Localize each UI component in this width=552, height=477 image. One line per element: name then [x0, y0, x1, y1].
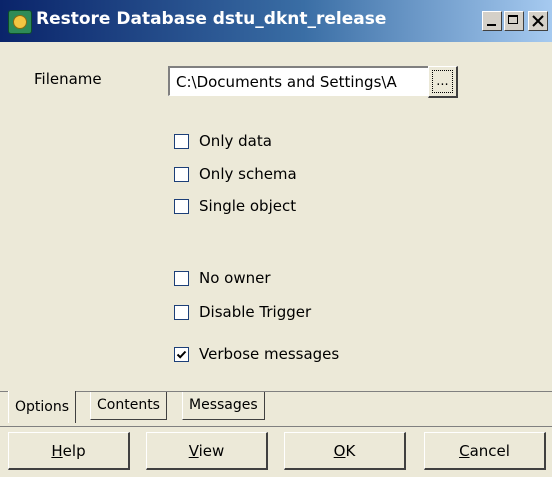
title-bar[interactable]: Restore Database dstu_dknt_release — [0, 0, 552, 42]
close-button[interactable] — [528, 11, 548, 31]
maximize-button[interactable] — [504, 11, 524, 31]
close-icon — [532, 15, 544, 27]
tab-messages[interactable]: Messages — [182, 392, 265, 420]
checkbox-label: Disable Trigger — [199, 303, 312, 321]
button-separator — [0, 426, 552, 427]
checkbox-box[interactable] — [174, 346, 189, 362]
tab-strip-border — [0, 391, 552, 392]
disable-trigger-checkbox[interactable]: Disable Trigger — [174, 302, 311, 322]
tab-contents[interactable]: Contents — [90, 392, 167, 420]
checkbox-box[interactable] — [174, 166, 189, 182]
checkbox-label: Only schema — [199, 165, 297, 183]
only-schema-checkbox[interactable]: Only schema — [174, 164, 297, 184]
cancel-mnemonic: C — [459, 442, 470, 460]
minimize-button[interactable] — [482, 11, 502, 31]
help-button[interactable]: Help — [8, 432, 130, 470]
checkbox-box[interactable] — [174, 304, 189, 320]
browse-button[interactable]: ... — [428, 66, 458, 98]
checkbox-label: Single object — [199, 197, 297, 215]
checkbox-box[interactable] — [174, 270, 189, 286]
window-title: Restore Database dstu_dknt_release — [36, 9, 387, 29]
app-icon[interactable] — [8, 10, 32, 34]
no-owner-checkbox[interactable]: No owner — [174, 268, 271, 288]
checkbox-box[interactable] — [174, 198, 189, 214]
check-icon — [176, 350, 187, 359]
view-button[interactable]: View — [146, 432, 268, 470]
checkbox-label: Only data — [199, 132, 272, 150]
cancel-button[interactable]: Cancel — [424, 432, 546, 470]
view-label: iew — [198, 442, 225, 460]
verbose-messages-checkbox[interactable]: Verbose messages — [174, 344, 339, 364]
cancel-label: ancel — [469, 442, 510, 460]
ok-mnemonic: O — [333, 442, 346, 460]
browse-label: ... — [436, 74, 449, 89]
filename-input[interactable]: C:\Documents and Settings\A — [168, 66, 439, 96]
view-mnemonic: V — [188, 442, 199, 460]
help-mnemonic: H — [51, 442, 63, 460]
checkbox-label: Verbose messages — [199, 345, 340, 363]
tab-options[interactable]: Options — [8, 391, 77, 423]
only-data-checkbox[interactable]: Only data — [174, 131, 272, 151]
checkbox-label: No owner — [199, 269, 271, 287]
ok-button[interactable]: OK — [284, 432, 406, 470]
filename-label: Filename — [34, 70, 102, 88]
help-label: elp — [62, 442, 86, 460]
checkbox-box[interactable] — [174, 133, 189, 149]
ok-label: K — [345, 442, 356, 460]
single-object-checkbox[interactable]: Single object — [174, 196, 296, 216]
